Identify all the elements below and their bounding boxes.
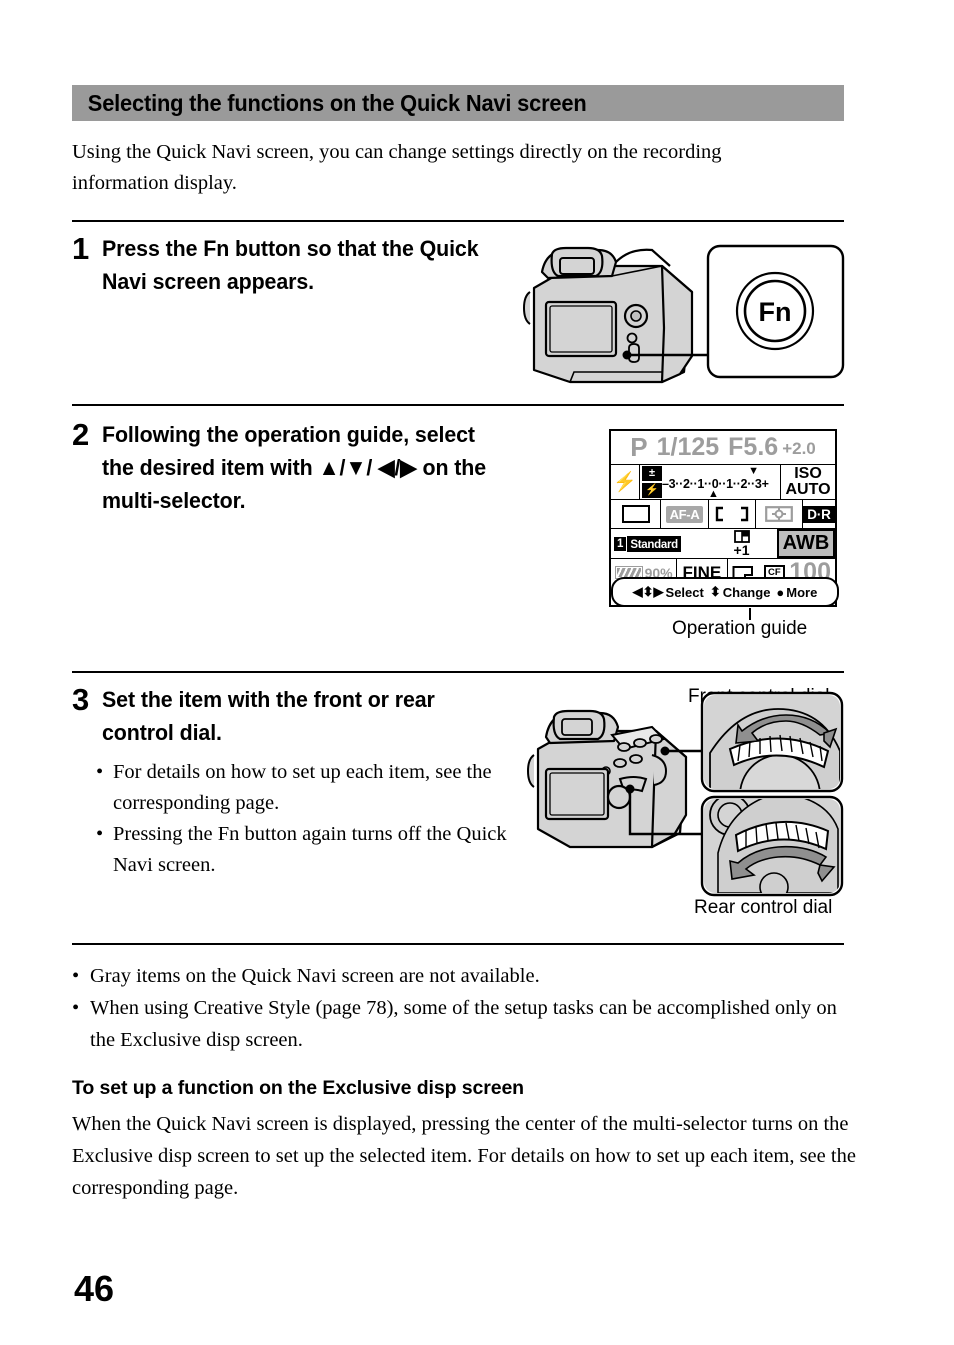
lcd-row-style: 1 Standard +1 AWB [611,529,835,559]
step-1-number: 1 [72,231,90,266]
list-item: • When using Creative Style (page 78), s… [72,992,847,1056]
lcd-row-exposure: P 1/125 F5.6 +2.0 [611,431,835,465]
bullet-marker: • [96,761,104,783]
lcd-row-compensation: ⚡ ± ⚡ ▼ –3··2··1··0··1··2··3+ ▲ ISO AUTO [611,465,835,500]
sharpness-cell[interactable]: +1 [706,530,777,557]
camera-back-illustration [522,246,694,384]
step-1: 1 Press the Fn button so that the Quick … [72,232,502,298]
metering-mode-cell[interactable] [755,500,802,528]
more-center-icon: ● [776,584,785,600]
figure-fn-button: Fn [512,232,847,390]
list-item-text: For details on how to set up each item, … [113,761,492,814]
af-mode-cell[interactable]: AF-A [660,500,708,528]
page-number: 46 [74,1268,115,1309]
list-item: • For details on how to set up each item… [96,757,516,819]
ev-marker-bottom: ▲ [708,488,719,500]
operation-guide-bar: ◀⬍▶ Select ⬍ Change ● More [611,577,839,607]
intro-paragraph: Using the Quick Navi screen, you can cha… [72,141,722,194]
guide-select: ◀⬍▶ Select [633,584,704,600]
guide-more: ● More [776,585,817,600]
divider-rule-4 [72,943,844,945]
step-3-text: Set the item with the front or rear cont… [102,687,435,745]
white-balance-value: AWB [782,532,830,554]
af-mode-label: AF-A [665,505,704,523]
dynamic-range-label: D·R [803,505,835,523]
step-3-bullets: • For details on how to set up each item… [96,757,516,881]
change-label: Change [722,584,771,600]
af-area-cell[interactable] [708,500,755,528]
select-label: Select [665,584,704,600]
drive-mode-cell[interactable] [611,500,660,528]
dynamic-range-cell[interactable]: D·R [802,500,835,528]
closing-heading: To set up a function on the Exclusive di… [72,1077,524,1099]
bullet-marker: • [96,823,104,845]
creative-style-cell[interactable]: 1 Standard [611,529,706,558]
af-area-icon [715,506,749,522]
camera-top-illustration [526,709,688,849]
iso-cell[interactable]: ISO AUTO [780,465,835,499]
shutter-speed-value: 1/125 [656,433,720,461]
fn-button-label: Fn [759,297,792,327]
list-item: • Gray items on the Quick Navi screen ar… [72,960,847,992]
drive-single-icon [621,505,650,523]
iso-value: AUTO [785,481,831,498]
step-2-text: Following the operation guide, select th… [102,422,487,513]
creative-style-number: 1 [614,536,627,551]
compensation-icons: ± ⚡ [642,466,662,498]
operation-guide-caption: Operation guide [672,618,808,639]
figure-quick-navi-screen: P 1/125 F5.6 +2.0 ⚡ ± ⚡ ▼ –3··2··1··0··1… [609,429,843,609]
iso-label: ISO [794,464,822,482]
bullet-marker: • [72,997,80,1019]
exposure-compensation-cell[interactable]: ± ⚡ ▼ –3··2··1··0··1··2··3+ ▲ [639,465,780,500]
white-balance-cell[interactable]: AWB [777,529,835,558]
guide-change: ⬍ Change [710,584,771,600]
divider-rule-1 [72,220,844,222]
step-1-text: Press the Fn button so that the Quick Na… [102,236,479,294]
bullet-marker: • [72,965,80,987]
flash-comp-icon: ⚡ [642,482,662,498]
lcd-row-modes: AF-A D·R [611,500,835,529]
select-keys-icon: ◀⬍▶ [632,584,664,599]
creative-style-name: Standard [627,535,681,552]
notes-list: • Gray items on the Quick Navi screen ar… [72,960,847,1056]
step-3-number: 3 [72,682,90,717]
divider-rule-2 [72,404,844,406]
flash-icon: ⚡ [613,471,637,493]
step-2: 2 Following the operation guide, select … [72,418,512,517]
flash-mode-cell[interactable]: ⚡ [611,473,639,492]
step-3: 3 Set the item with the front or rear co… [72,683,502,749]
more-label: More [786,584,818,600]
exposure-value: +2.0 [782,439,816,458]
shooting-mode-value: P [630,432,648,462]
section-header-bar: Selecting the functions on the Quick Nav… [72,85,844,121]
ev-marker-top: ▼ [748,465,760,477]
ev-scale-ticks: –3··2··1··0··1··2··3+ [662,477,769,491]
metering-icon [765,506,793,522]
fn-callout-box: Fn [706,244,845,379]
aperture-value: F5.6 [728,433,779,461]
closing-paragraph: When the Quick Navi screen is displayed,… [72,1113,856,1199]
list-item: • Pressing the Fn button again turns off… [96,819,516,881]
change-dial-icon: ⬍ [709,584,721,599]
sharpness-value: +1 [733,542,750,558]
rear-dial-closeup [700,795,844,897]
list-item-text: Gray items on the Quick Navi screen are … [90,965,540,987]
list-item-text: Pressing the Fn button again turns off t… [113,823,507,876]
step-2-number: 2 [72,417,90,452]
page-title: Selecting the functions on the Quick Nav… [87,89,587,116]
exposure-comp-icon: ± [642,466,662,482]
divider-rule-3 [72,671,844,673]
list-item-text: When using Creative Style (page 78), som… [90,997,837,1051]
manual-page: Selecting the functions on the Quick Nav… [0,0,954,1345]
ev-scale: ▼ –3··2··1··0··1··2··3+ ▲ [662,465,780,500]
figure-control-dials [524,687,846,919]
